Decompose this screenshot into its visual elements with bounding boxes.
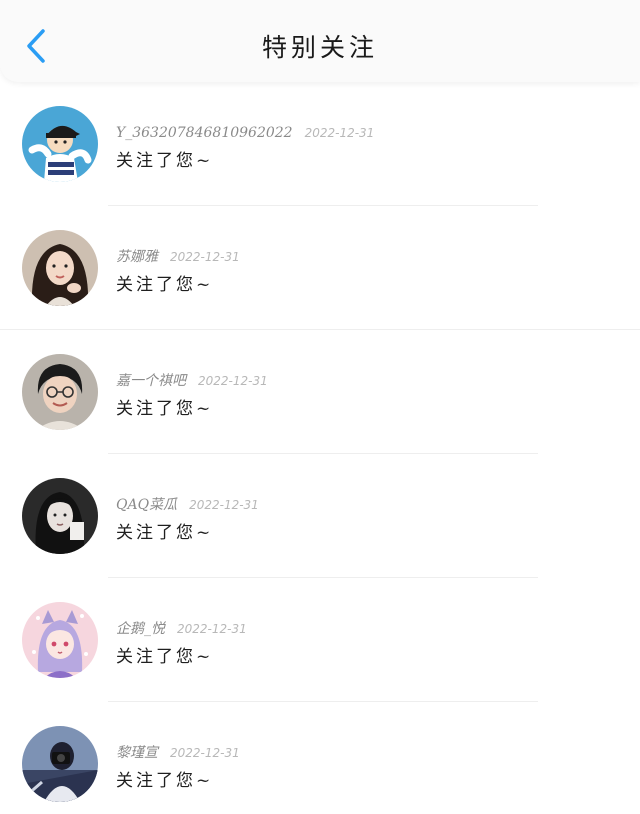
username[interactable]: 企鹅_悦 bbox=[116, 621, 165, 637]
username[interactable]: 嘉一个祺吧 bbox=[116, 373, 186, 389]
message-text: 关注了您~ bbox=[116, 771, 214, 791]
list-item[interactable]: 嘉一个祺吧 2022-12-31 关注了您~ bbox=[0, 330, 640, 454]
list-item[interactable]: 苏娜雅 2022-12-31 关注了您~ bbox=[0, 206, 640, 330]
username[interactable]: Y_363207846810962022 bbox=[116, 125, 293, 141]
username[interactable]: 苏娜雅 bbox=[116, 249, 158, 265]
avatar[interactable] bbox=[22, 230, 98, 306]
timestamp: 2022-12-31 bbox=[170, 746, 240, 760]
message-text: 关注了您~ bbox=[116, 275, 214, 295]
timestamp: 2022-12-31 bbox=[177, 622, 247, 636]
name-line: 苏娜雅 2022-12-31 bbox=[116, 246, 240, 266]
avatar[interactable] bbox=[22, 478, 98, 554]
timestamp: 2022-12-31 bbox=[198, 374, 268, 388]
name-line: 黎瑾宣 2022-12-31 bbox=[116, 742, 240, 762]
timestamp: 2022-12-31 bbox=[304, 126, 375, 140]
message-text: 关注了您~ bbox=[116, 647, 214, 667]
name-line: QAQ菜瓜 2022-12-31 bbox=[116, 494, 259, 514]
name-line: Y_363207846810962022 2022-12-31 bbox=[116, 122, 374, 141]
avatar[interactable] bbox=[22, 354, 98, 430]
name-line: 嘉一个祺吧 2022-12-31 bbox=[116, 370, 268, 390]
message-text: 关注了您~ bbox=[116, 399, 214, 419]
avatar[interactable] bbox=[22, 602, 98, 678]
page-title: 特别关注 bbox=[261, 33, 378, 62]
list-item[interactable]: 企鹅_悦 2022-12-31 关注了您~ bbox=[0, 578, 640, 702]
avatar[interactable] bbox=[22, 106, 98, 182]
list-item[interactable]: 黎瑾宣 2022-12-31 关注了您~ bbox=[0, 702, 640, 814]
nav-header: 特别关注 bbox=[0, 0, 640, 82]
message-text: 关注了您~ bbox=[116, 523, 214, 543]
message-text: 关注了您~ bbox=[116, 151, 214, 171]
special-follow-page: 特别关注 Y_363207846810962022 2022-12-31 关注了… bbox=[0, 0, 640, 814]
username[interactable]: QAQ菜瓜 bbox=[116, 497, 177, 513]
timestamp: 2022-12-31 bbox=[170, 250, 240, 264]
username[interactable]: 黎瑾宣 bbox=[116, 745, 158, 761]
timestamp: 2022-12-31 bbox=[189, 498, 259, 512]
list-item[interactable]: Y_363207846810962022 2022-12-31 关注了您~ bbox=[0, 82, 640, 206]
name-line: 企鹅_悦 2022-12-31 bbox=[116, 618, 247, 638]
list-item[interactable]: QAQ菜瓜 2022-12-31 关注了您~ bbox=[0, 454, 640, 578]
avatar[interactable] bbox=[22, 726, 98, 802]
